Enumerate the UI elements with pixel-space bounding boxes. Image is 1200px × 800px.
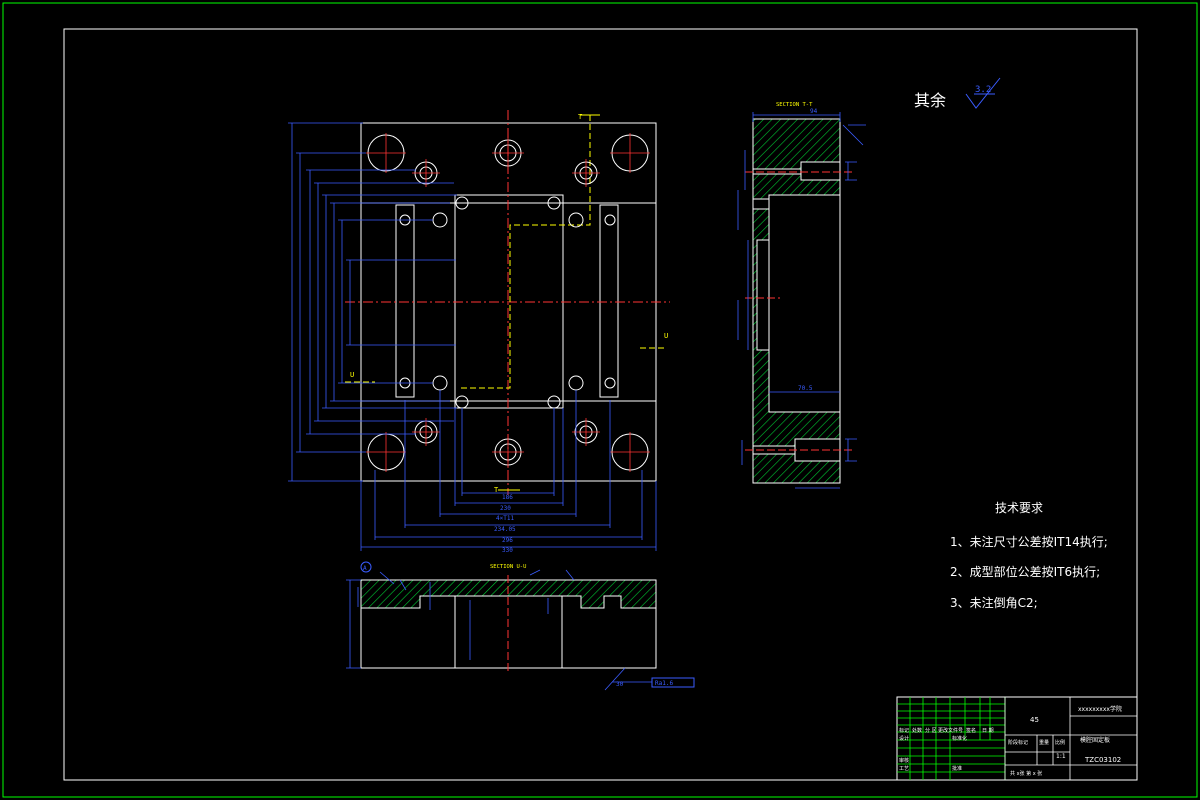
svg-text:更改文件号: 更改文件号 bbox=[938, 727, 963, 734]
dim-4xt11: 4×T11 bbox=[496, 515, 514, 522]
roughness-value: 3.2 bbox=[975, 85, 991, 95]
svg-text:签名: 签名 bbox=[966, 727, 976, 734]
svg-text:工艺: 工艺 bbox=[899, 766, 909, 772]
bottom-tol: Ra1.6 bbox=[655, 680, 673, 687]
inner-frame bbox=[63, 28, 1138, 781]
dim-186: 186 bbox=[502, 494, 513, 501]
cut-line-t bbox=[460, 115, 591, 389]
tech-item-1: 1、未注尺寸公差按IT14执行; bbox=[950, 534, 1108, 549]
svg-text:标记: 标记 bbox=[899, 727, 909, 734]
svg-text:标准化: 标准化 bbox=[952, 735, 967, 742]
datum-a: A bbox=[363, 565, 367, 572]
tech-title: 技术要求 bbox=[995, 501, 1043, 515]
svg-text:日 期: 日 期 bbox=[982, 728, 994, 734]
plan-view: T T U U 186 230 4×T11 234.05 296 330 bbox=[288, 110, 670, 554]
svg-text:比例: 比例 bbox=[1055, 739, 1065, 746]
rail-left bbox=[395, 204, 415, 398]
svg-text:阶段标记: 阶段标记 bbox=[1008, 739, 1028, 746]
tech-item-3: 3、未注倒角C2; bbox=[950, 595, 1038, 610]
tb-material: 45 bbox=[1030, 716, 1039, 724]
tb-drawing-no: TZC03102 bbox=[1084, 756, 1121, 764]
side-section: SECTION T-T 70.5 94 bbox=[737, 102, 866, 489]
tb-school: xxxxxxxxx学院 bbox=[1078, 705, 1122, 713]
tb-part-name: 模腔固定板 bbox=[1080, 736, 1110, 744]
title-block: xxxxxxxxx学院 45 模腔固定板 TZC03102 1:1 共 x张 第… bbox=[896, 696, 1138, 781]
bottom-dim-30: 30 bbox=[616, 681, 624, 688]
svg-text:分 区: 分 区 bbox=[925, 727, 937, 734]
side-dim-70: 70.5 bbox=[798, 385, 813, 392]
dim-330: 330 bbox=[502, 547, 513, 554]
bottom-section: SECTION U-U A 30 Ra1.6 bbox=[346, 561, 695, 691]
side-dim-94: 94 bbox=[810, 108, 818, 115]
outer-frame bbox=[2, 2, 1198, 798]
cad-drawing: T T U U 186 230 4×T11 234.05 296 330 SEC… bbox=[2, 2, 1198, 798]
svg-text:重量: 重量 bbox=[1039, 739, 1049, 746]
section-t-title: SECTION T-T bbox=[776, 102, 813, 108]
cut-label-u-left: U bbox=[350, 371, 354, 379]
tb-sheet: 共 x张 第 x 张 bbox=[1010, 770, 1042, 777]
tech-requirements: 技术要求 1、未注尺寸公差按IT14执行; 2、成型部位公差按IT6执行; 3、… bbox=[950, 501, 1108, 610]
dim-230: 230 bbox=[500, 505, 511, 512]
rail-right bbox=[599, 204, 619, 398]
tech-item-2: 2、成型部位公差按IT6执行; bbox=[950, 564, 1100, 579]
dim-296: 296 bbox=[502, 537, 513, 544]
surface-note: 其余 3.2 bbox=[914, 77, 1001, 110]
svg-text:设计: 设计 bbox=[899, 735, 909, 742]
section-u-title: SECTION U-U bbox=[490, 564, 526, 570]
cut-label-t-top: T bbox=[578, 113, 583, 121]
cut-label-u-right: U bbox=[664, 332, 668, 340]
svg-text:处数: 处数 bbox=[912, 727, 922, 734]
surface-note-text: 其余 bbox=[914, 91, 946, 110]
svg-text:批准: 批准 bbox=[952, 765, 962, 772]
dim-234: 234.05 bbox=[494, 526, 516, 533]
tb-scale: 1:1 bbox=[1056, 753, 1066, 760]
svg-text:审核: 审核 bbox=[899, 757, 909, 764]
